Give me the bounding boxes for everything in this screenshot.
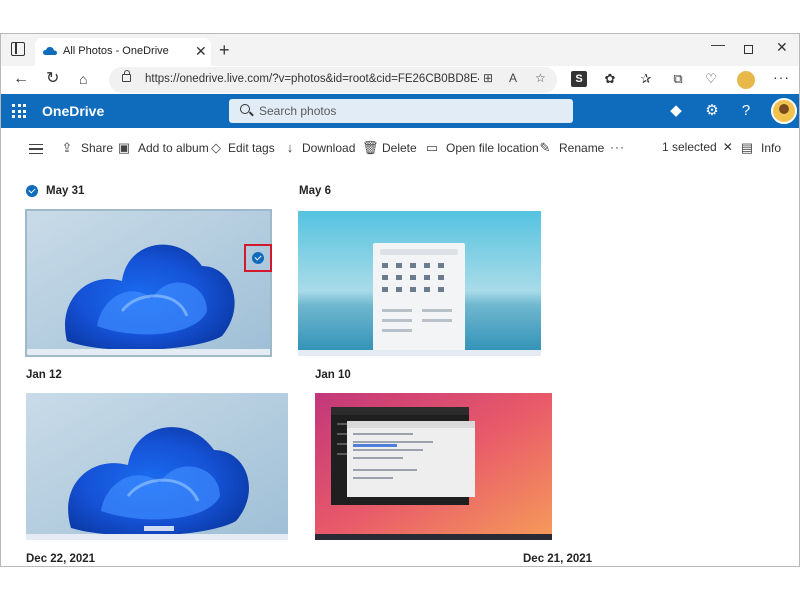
tab-actions-icon[interactable] (11, 42, 25, 56)
lock-icon (122, 70, 131, 82)
group-date-label: May 6 (299, 185, 331, 197)
download-icon: ↓ (286, 140, 294, 155)
search-input[interactable] (259, 99, 559, 123)
command-bar: ⇪ Share ▣ Add to album ◇ Edit tags ↓ Downloa… (1, 128, 799, 170)
photo-thumbnail[interactable] (26, 393, 288, 540)
address-bar[interactable]: https://onedrive.live.com/?v=photos&id=r… (109, 67, 557, 93)
browser-menu-icon[interactable]: ··· (773, 69, 790, 85)
s-extension-icon[interactable]: S (571, 71, 587, 87)
photo-thumbnail[interactable] (315, 393, 552, 540)
menu-icon[interactable] (29, 144, 43, 154)
new-tab-icon[interactable]: + (219, 40, 230, 61)
selected-count: 1 selected ✕ (662, 140, 733, 154)
album-icon: ▣ (117, 140, 131, 155)
share-button[interactable]: ⇪ Share (59, 140, 113, 158)
more-options-button[interactable]: ··· (610, 140, 625, 158)
add-to-album-button[interactable]: ▣ Add to album (116, 140, 209, 158)
open-file-location-button[interactable]: ▭ Open file location (424, 140, 539, 158)
browser-essentials-icon[interactable]: ♡ (703, 71, 719, 87)
window-close-icon[interactable]: ✕ (776, 39, 788, 56)
start-menu-screenshot (298, 211, 541, 356)
premium-diamond-icon[interactable]: ◆ (667, 102, 685, 120)
collections-icon[interactable]: ⧉ (670, 71, 686, 87)
group-date-label: Jan 10 (315, 369, 351, 381)
group-date-label: Dec 21, 2021 (523, 553, 593, 565)
group-date-label: Dec 22, 2021 (26, 553, 96, 565)
read-aloud-icon[interactable]: A (509, 71, 517, 85)
photo-thumbnail[interactable] (25, 209, 272, 357)
browser-window: All Photos - OneDrive ✕ + — ✕ ← ↻ ⌂ http… (0, 33, 800, 567)
windows-bloom-wallpaper (26, 393, 288, 540)
browser-profile-icon[interactable] (737, 71, 755, 89)
tab-bar: All Photos - OneDrive ✕ + — ✕ (1, 34, 799, 66)
refresh-icon[interactable]: ↻ (46, 70, 59, 88)
info-button[interactable]: ▤ Info (739, 140, 781, 158)
close-tab-icon[interactable]: ✕ (195, 43, 207, 60)
download-button[interactable]: ↓ Download (284, 140, 356, 158)
app-available-icon[interactable]: ⊞ (483, 71, 493, 85)
extensions-icon[interactable]: ✿ (602, 71, 618, 87)
group-date-label: May 31 (46, 185, 85, 197)
share-icon: ⇪ (61, 140, 73, 155)
maximize-icon[interactable] (744, 45, 753, 54)
selection-highlight (244, 244, 272, 272)
avatar[interactable] (771, 98, 797, 124)
help-icon[interactable]: ? (737, 102, 755, 120)
brand-title[interactable]: OneDrive (42, 103, 104, 119)
onedrive-header: OneDrive ◆ ⚙ ? (1, 94, 799, 128)
tab-onedrive[interactable]: All Photos - OneDrive ✕ (35, 38, 211, 66)
control-panel-screenshot (315, 393, 552, 540)
back-icon[interactable]: ← (13, 70, 29, 88)
minimize-icon[interactable]: — (711, 36, 725, 52)
rename-button[interactable]: ✎ Rename (537, 140, 605, 158)
info-panel-icon: ▤ (740, 140, 754, 155)
photo-thumbnail[interactable] (298, 211, 541, 356)
group-selected-check-icon[interactable] (26, 185, 38, 197)
clear-selection-icon[interactable]: ✕ (723, 140, 733, 154)
app-launcher-icon[interactable] (12, 104, 26, 118)
favorite-star-icon[interactable]: ☆ (535, 71, 546, 85)
navigation-bar: ← ↻ ⌂ https://onedrive.live.com/?v=photo… (1, 66, 799, 94)
search-box[interactable] (229, 99, 573, 123)
folder-icon: ▭ (425, 140, 439, 155)
delete-button[interactable]: 🗑 Delete (362, 140, 417, 158)
favorites-icon[interactable]: ✰ (638, 71, 654, 87)
home-icon[interactable]: ⌂ (79, 70, 87, 88)
settings-gear-icon[interactable]: ⚙ (703, 102, 721, 120)
trash-icon: 🗑 (362, 140, 379, 155)
tab-title: All Photos - OneDrive (63, 45, 169, 57)
group-date-label: Jan 12 (26, 369, 62, 381)
windows-bloom-wallpaper (27, 211, 270, 355)
onedrive-cloud-icon (43, 46, 57, 55)
url-text: https://onedrive.live.com/?v=photos&id=r… (145, 73, 479, 85)
edit-tags-button[interactable]: ◇ Edit tags (210, 140, 275, 158)
search-icon (240, 104, 250, 114)
photo-selected-check-icon[interactable] (252, 252, 264, 264)
tag-icon: ◇ (211, 140, 221, 155)
pencil-icon: ✎ (539, 140, 551, 155)
